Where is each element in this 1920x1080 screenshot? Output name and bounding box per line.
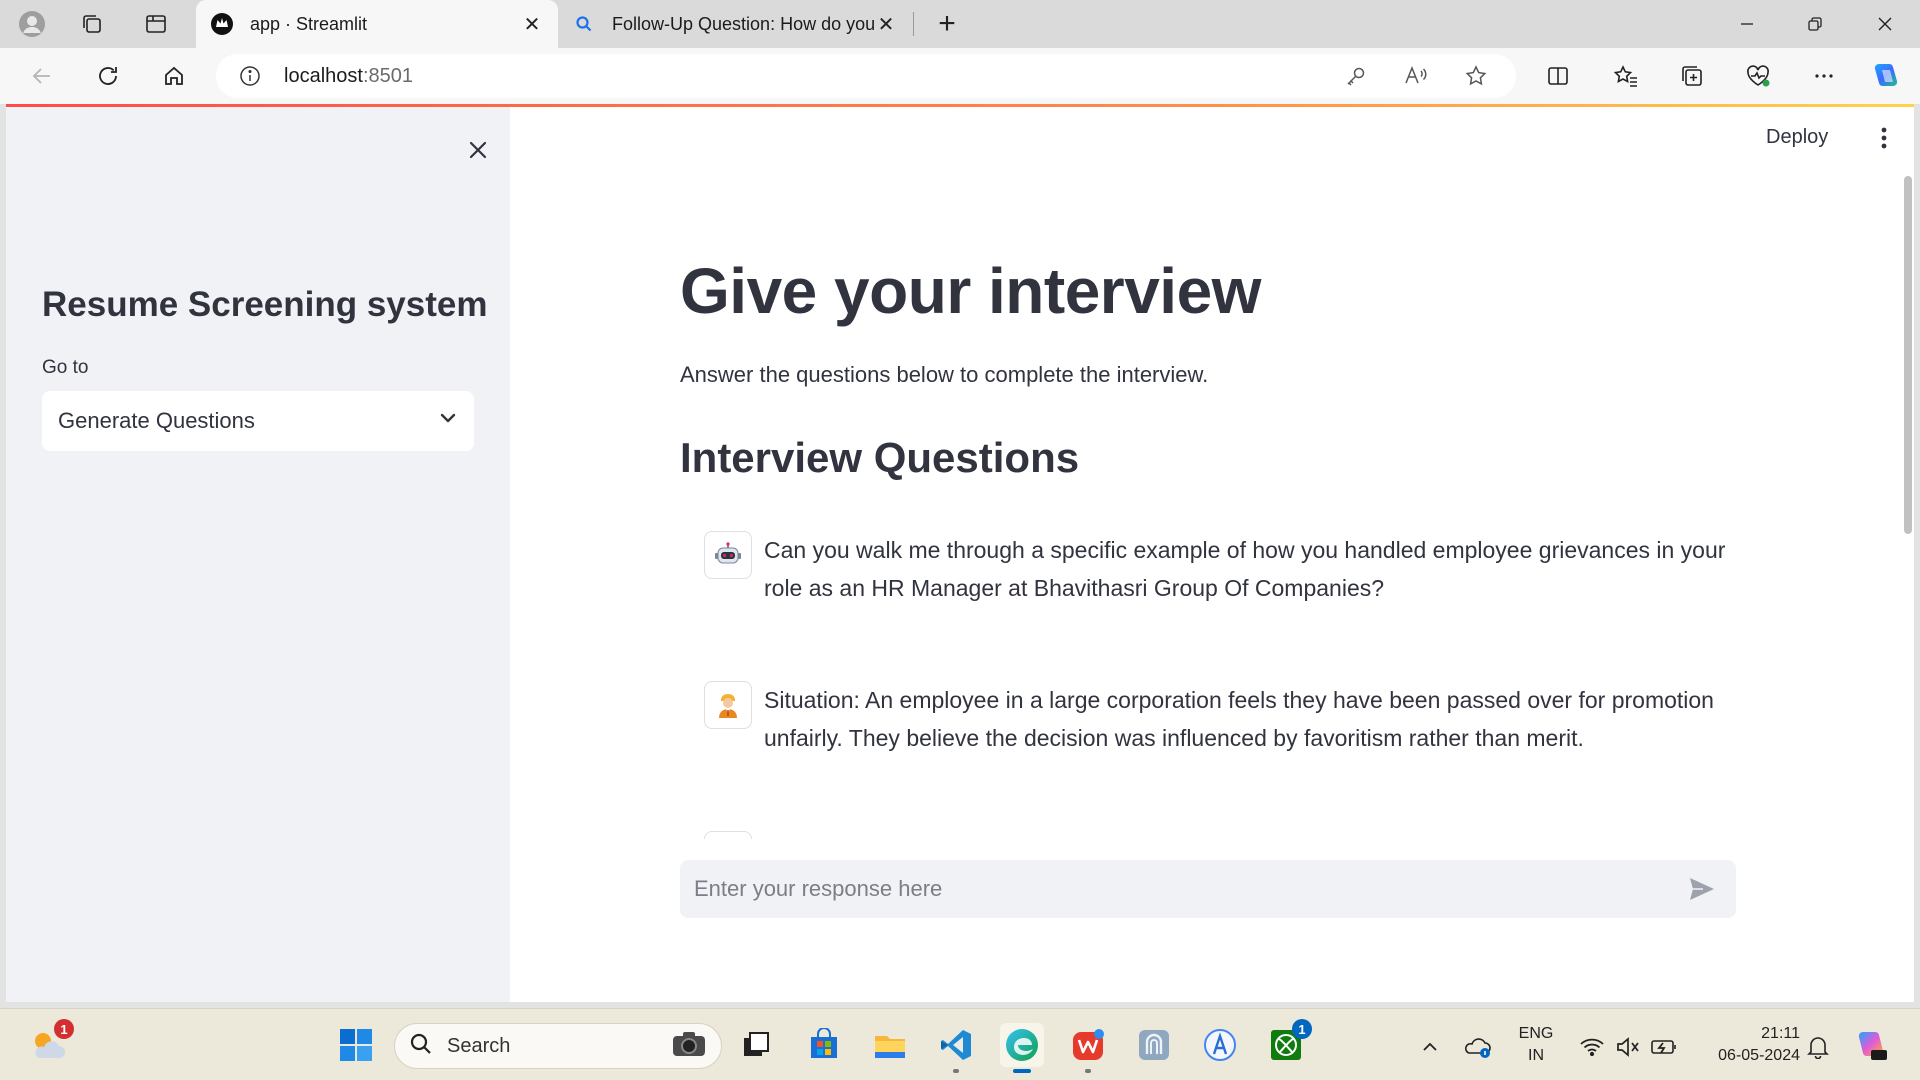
edge-icon[interactable] — [1000, 1023, 1044, 1073]
chat-response-input[interactable] — [694, 876, 1682, 902]
close-window-button[interactable] — [1852, 0, 1918, 48]
url-host: localhost — [284, 64, 363, 87]
favorites-icon[interactable] — [1606, 56, 1646, 96]
chevron-down-icon — [438, 408, 458, 434]
page-viewport: Resume Screening system Go to Generate Q… — [6, 104, 1914, 1002]
start-icon[interactable] — [334, 1023, 378, 1067]
copilot-icon[interactable] — [1866, 56, 1906, 96]
active-indicator — [1013, 1069, 1031, 1073]
notification-bell-icon[interactable] — [1802, 1031, 1834, 1063]
close-tab-icon[interactable]: ✕ — [520, 12, 544, 36]
more-menu-icon[interactable] — [1804, 56, 1844, 96]
search-favicon-icon — [572, 12, 596, 36]
volume-muted-icon[interactable] — [1612, 1031, 1644, 1063]
robot-icon — [704, 531, 752, 579]
collections-icon[interactable] — [1672, 56, 1712, 96]
tab-actions-icon[interactable] — [138, 6, 174, 42]
tab-divider — [913, 12, 914, 36]
streamlit-crown-icon — [210, 12, 234, 36]
chat-message-text: Can you walk me through a specific examp… — [764, 537, 1726, 601]
windows-taskbar: 1 Search 1 ENG IN 21:11 06-05-2024 — [0, 1008, 1920, 1080]
clock[interactable]: 21:11 06-05-2024 — [1694, 1023, 1800, 1067]
sidebar-title: Resume Screening system — [42, 285, 488, 324]
favorite-star-icon[interactable] — [1456, 56, 1496, 96]
section-title: Interview Questions — [680, 434, 1080, 481]
user-icon — [704, 681, 752, 729]
taskbar-search-label: Search — [447, 1034, 511, 1057]
language-region: IN — [1528, 1047, 1544, 1064]
tab-title: Follow-Up Question: How do you — [612, 13, 874, 34]
goto-label: Go to — [42, 357, 89, 378]
back-arrow-icon[interactable] — [22, 56, 62, 96]
address-bar[interactable]: localhost:8501 — [216, 54, 1516, 98]
weather-badge: 1 — [54, 1019, 74, 1039]
minimize-button[interactable] — [1714, 0, 1780, 48]
onedrive-icon[interactable] — [1460, 1029, 1496, 1065]
page-scrollbar[interactable] — [1904, 176, 1912, 534]
tab-streamlit-app[interactable]: app · Streamlit ✕ — [196, 0, 558, 48]
tab-title: app · Streamlit — [250, 13, 368, 34]
main-menu-icon[interactable] — [1868, 120, 1900, 156]
browser-tab-strip: app · Streamlit ✕ Follow-Up Question: Ho… — [0, 0, 1920, 48]
vscode-icon[interactable] — [934, 1023, 978, 1073]
read-aloud-icon[interactable] — [1396, 56, 1436, 96]
close-tab-icon[interactable]: ✕ — [874, 12, 898, 36]
task-view-icon[interactable] — [734, 1023, 778, 1067]
wps-office-icon[interactable] — [1066, 1023, 1110, 1073]
battery-charging-icon[interactable] — [1648, 1031, 1680, 1063]
tab-follow-up-question[interactable]: Follow-Up Question: How do you ✕ — [558, 0, 912, 48]
android-studio-icon[interactable] — [1198, 1023, 1242, 1067]
url-text: localhost:8501 — [284, 65, 413, 88]
clock-date: 06-05-2024 — [1718, 1047, 1800, 1064]
running-indicator — [953, 1069, 959, 1073]
clock-time: 21:11 — [1761, 1025, 1800, 1042]
camera-icon — [671, 1030, 707, 1063]
profile-icon[interactable] — [14, 6, 50, 42]
workspaces-icon[interactable] — [74, 6, 110, 42]
sidebar: Resume Screening system Go to Generate Q… — [6, 107, 510, 1002]
url-port: :8501 — [362, 64, 413, 87]
page-subtitle: Answer the questions below to complete t… — [680, 362, 1209, 387]
page-select-value: Generate Questions — [58, 408, 255, 433]
refresh-icon[interactable] — [88, 56, 128, 96]
weather-widget-icon[interactable]: 1 — [26, 1019, 74, 1067]
new-tab-button[interactable]: + — [929, 6, 965, 42]
site-info-icon[interactable] — [230, 56, 270, 96]
page-select-dropdown[interactable]: Generate Questions — [42, 391, 474, 451]
app-icon-generic[interactable] — [1132, 1023, 1176, 1067]
page-title: Give your interview — [680, 255, 1261, 327]
language-indicator[interactable]: ENG IN — [1508, 1023, 1564, 1067]
send-icon[interactable] — [1682, 869, 1722, 909]
close-sidebar-icon[interactable] — [458, 130, 498, 170]
browser-toolbar: localhost:8501 — [0, 48, 1920, 104]
copilot-taskbar-icon[interactable] — [1850, 1025, 1892, 1067]
taskbar-search-box[interactable]: Search — [394, 1023, 722, 1069]
search-icon — [409, 1032, 433, 1061]
chat-message-text: Situation: An employee in a large corpor… — [764, 687, 1714, 751]
password-key-icon[interactable] — [1336, 56, 1376, 96]
microsoft-store-icon[interactable] — [802, 1023, 846, 1067]
deploy-button[interactable]: Deploy — [1766, 126, 1828, 149]
restore-button[interactable] — [1782, 0, 1848, 48]
browser-essentials-icon[interactable] — [1738, 56, 1778, 96]
chat-input-bar[interactable] — [680, 860, 1736, 918]
xbox-icon[interactable]: 1 — [1264, 1019, 1312, 1067]
xbox-badge: 1 — [1292, 1019, 1312, 1039]
show-hidden-icons-chevron-icon[interactable] — [1414, 1031, 1446, 1063]
file-explorer-icon[interactable] — [868, 1023, 912, 1067]
split-screen-icon[interactable] — [1538, 56, 1578, 96]
next-chat-avatar — [704, 831, 752, 839]
wifi-icon[interactable] — [1576, 1031, 1608, 1063]
home-icon[interactable] — [154, 56, 194, 96]
running-indicator — [1085, 1069, 1091, 1073]
language-code: ENG — [1518, 1025, 1554, 1042]
